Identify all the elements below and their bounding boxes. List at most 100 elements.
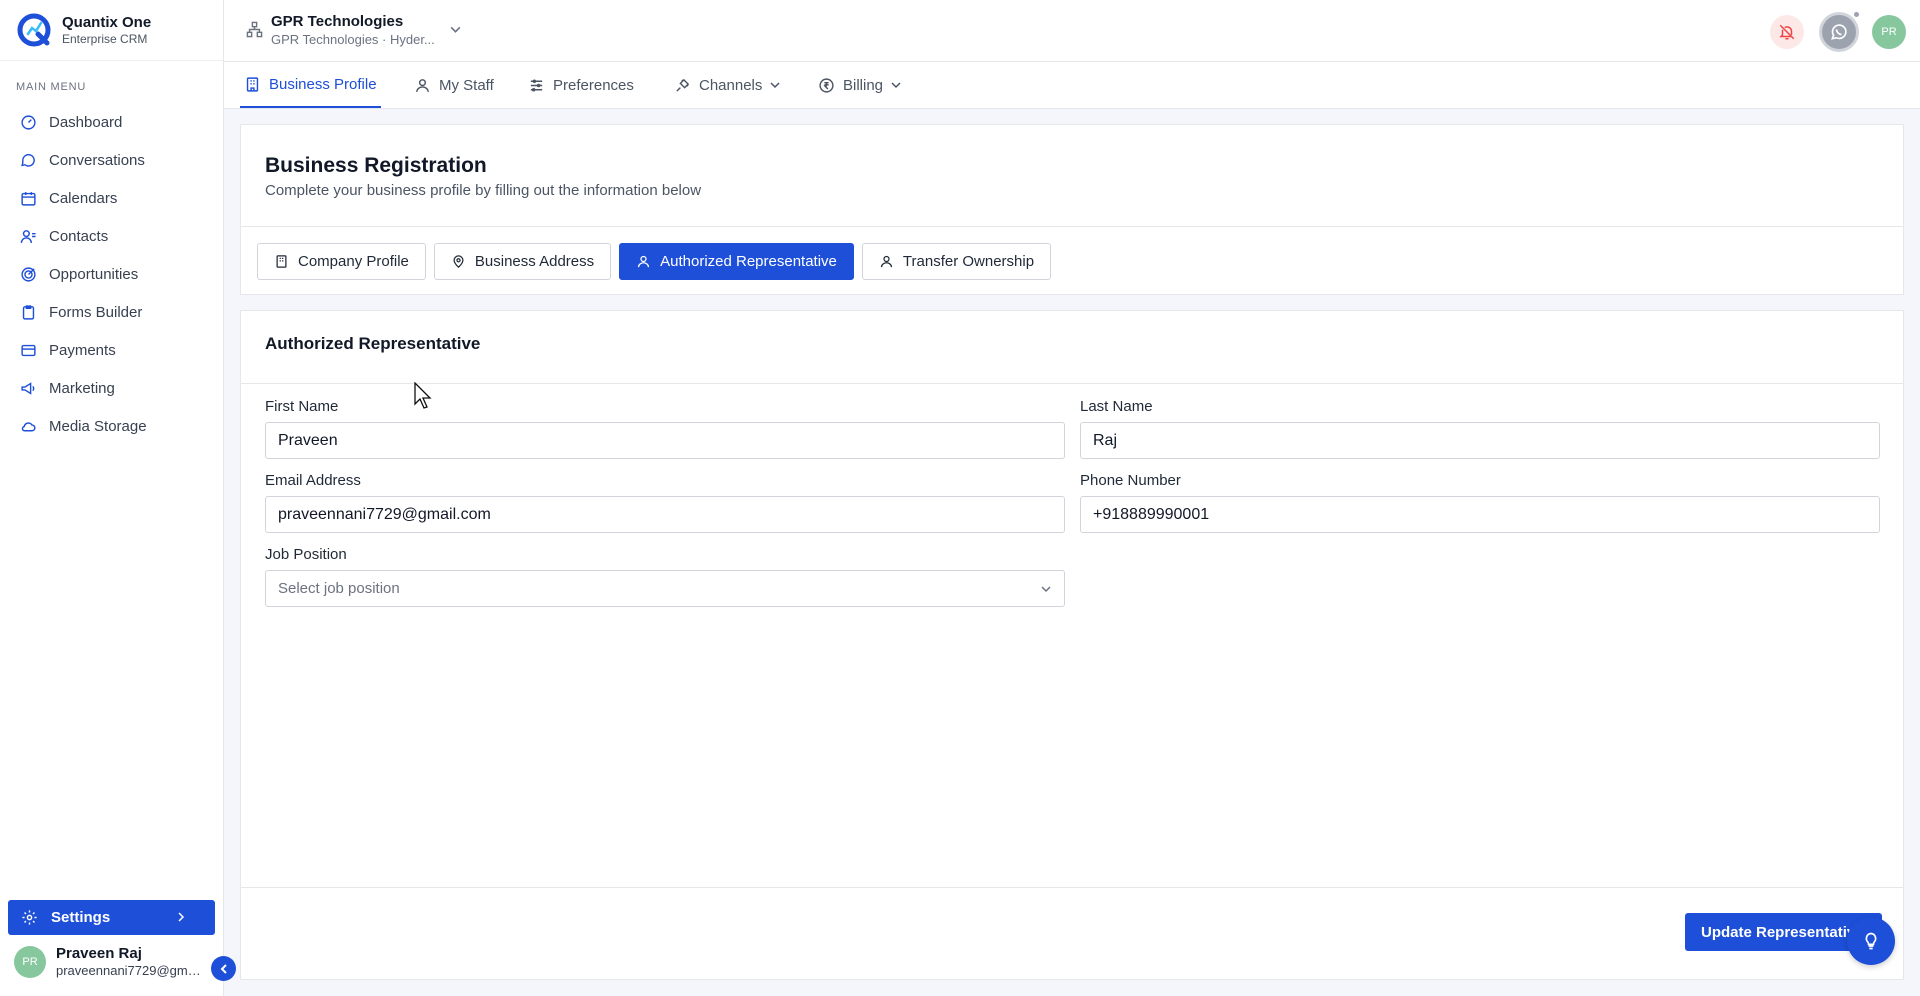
sidebar-item-label: Conversations — [49, 151, 145, 169]
phone-field: Phone Number — [1080, 472, 1880, 533]
mouse-cursor-icon — [414, 382, 432, 409]
bell-off-icon — [1779, 24, 1795, 40]
sidebar-item-forms-builder[interactable]: Forms Builder — [0, 293, 223, 331]
user-avatar-button[interactable]: PR — [1872, 15, 1906, 49]
user-name: Praveen Raj — [56, 945, 142, 962]
whatsapp-button[interactable] — [1819, 11, 1860, 52]
chevron-down-icon — [891, 82, 901, 89]
settings-tabs: Business Profile My Staff Preferences Ch… — [224, 62, 1920, 109]
chevron-left-icon — [220, 963, 227, 974]
calendar-icon — [21, 191, 36, 206]
first-name-input[interactable] — [265, 422, 1065, 459]
tab-label: Billing — [843, 76, 884, 94]
sidebar-item-label: Dashboard — [49, 113, 123, 131]
sidebar-item-label: Contacts — [49, 227, 109, 245]
job-position-placeholder: Select job position — [278, 580, 400, 597]
org-location: GPR Technologies · Hyder... — [271, 32, 435, 47]
tab-preferences[interactable]: Preferences — [528, 62, 634, 108]
chevron-down-icon — [450, 26, 461, 33]
help-button[interactable] — [1847, 917, 1895, 965]
plug-icon — [676, 78, 690, 92]
job-position-field: Job Position Select job position — [265, 546, 1065, 607]
logo-icon — [17, 13, 51, 47]
page-title: Business Registration — [265, 154, 487, 177]
tab-my-staff[interactable]: My Staff — [414, 62, 494, 108]
user-profile[interactable]: PR Praveen Raj praveennani7729@gmail.com — [14, 945, 201, 979]
sidebar-item-label: Calendars — [49, 189, 118, 207]
org-icon — [246, 21, 263, 38]
phone-input[interactable] — [1080, 496, 1880, 533]
sidebar-item-dashboard[interactable]: Dashboard — [0, 103, 223, 141]
subtab-label: Company Profile — [298, 253, 409, 270]
tab-label: Business Profile — [269, 75, 377, 93]
whatsapp-icon — [1831, 24, 1847, 40]
sidebar-item-media-storage[interactable]: Media Storage — [0, 407, 223, 445]
chevron-down-icon — [1041, 586, 1051, 593]
subtab-label: Authorized Representative — [660, 253, 837, 270]
representative-form-card: Authorized Representative First Name Las… — [240, 310, 1904, 980]
status-dot — [1853, 11, 1860, 18]
chevron-down-icon — [770, 82, 780, 89]
sidebar-item-label: Media Storage — [49, 417, 147, 435]
subtab-label: Transfer Ownership — [902, 253, 1035, 270]
menu-title: MAIN MENU — [16, 81, 87, 93]
brand[interactable]: Quantix One Enterprise CRM — [0, 0, 223, 61]
tab-label: Preferences — [553, 76, 634, 94]
dashboard-icon — [21, 114, 36, 130]
sliders-icon — [530, 78, 543, 92]
sidebar-item-conversations[interactable]: Conversations — [0, 141, 223, 179]
building-icon — [246, 76, 259, 92]
sidebar-item-contacts[interactable]: Contacts — [0, 217, 223, 255]
user-email: praveennani7729@gmail.com — [56, 963, 201, 978]
org-name: GPR Technologies — [271, 13, 404, 30]
sidebar-item-calendars[interactable]: Calendars — [0, 179, 223, 217]
last-name-input[interactable] — [1080, 422, 1880, 459]
sidebar-item-settings[interactable]: Settings — [8, 900, 215, 935]
first-name-field: First Name — [265, 398, 1065, 459]
brand-name: Quantix One — [62, 13, 152, 31]
lightbulb-icon — [1865, 932, 1877, 950]
target-icon — [21, 266, 36, 282]
last-name-field: Last Name — [1080, 398, 1880, 459]
settings-label: Settings — [51, 909, 111, 926]
subtab-business-address[interactable]: Business Address — [433, 243, 612, 280]
email-input[interactable] — [265, 496, 1065, 533]
collapse-sidebar-button[interactable] — [211, 956, 236, 981]
subtab-company-profile[interactable]: Company Profile — [257, 243, 426, 280]
sidebar-item-marketing[interactable]: Marketing — [0, 369, 223, 407]
sidebar-item-label: Payments — [49, 341, 116, 359]
email-label: Email Address — [265, 472, 361, 489]
user-icon — [880, 255, 893, 268]
building-icon — [276, 255, 287, 268]
megaphone-icon — [21, 381, 35, 395]
sidebar-item-label: Forms Builder — [49, 303, 143, 321]
top-header: GPR Technologies GPR Technologies · Hyde… — [224, 0, 1920, 62]
org-switcher[interactable]: GPR Technologies GPR Technologies · Hyde… — [246, 12, 462, 48]
subtab-label: Business Address — [474, 253, 595, 270]
clipboard-icon — [22, 304, 35, 320]
subtab-transfer-ownership[interactable]: Transfer Ownership — [861, 243, 1052, 280]
email-field: Email Address — [265, 472, 1065, 533]
page-subtitle: Complete your business profile by fillin… — [265, 182, 702, 199]
sidebar: Quantix One Enterprise CRM MAIN MENU Das… — [0, 0, 224, 996]
first-name-label: First Name — [265, 398, 339, 415]
sidebar-item-payments[interactable]: Payments — [0, 331, 223, 369]
subtab-authorized-representative[interactable]: Authorized Representative — [619, 243, 854, 280]
contacts-icon — [20, 229, 36, 243]
section-title: Authorized Representative — [241, 311, 1903, 384]
brand-subtitle: Enterprise CRM — [62, 31, 148, 46]
tab-business-profile[interactable]: Business Profile — [240, 62, 381, 108]
tab-billing[interactable]: Billing — [818, 62, 902, 108]
card-icon — [21, 344, 36, 356]
tab-label: Channels — [699, 76, 763, 94]
sidebar-item-label: Opportunities — [49, 265, 139, 283]
sidebar-item-opportunities[interactable]: Opportunities — [0, 255, 223, 293]
sidebar-item-label: Marketing — [49, 379, 115, 397]
gear-icon — [22, 910, 37, 925]
user-icon — [638, 255, 650, 268]
chat-icon — [21, 153, 35, 167]
notifications-button[interactable] — [1770, 15, 1804, 49]
job-position-select[interactable]: Select job position — [265, 570, 1065, 607]
tab-channels[interactable]: Channels — [674, 62, 781, 108]
phone-label: Phone Number — [1080, 472, 1181, 489]
